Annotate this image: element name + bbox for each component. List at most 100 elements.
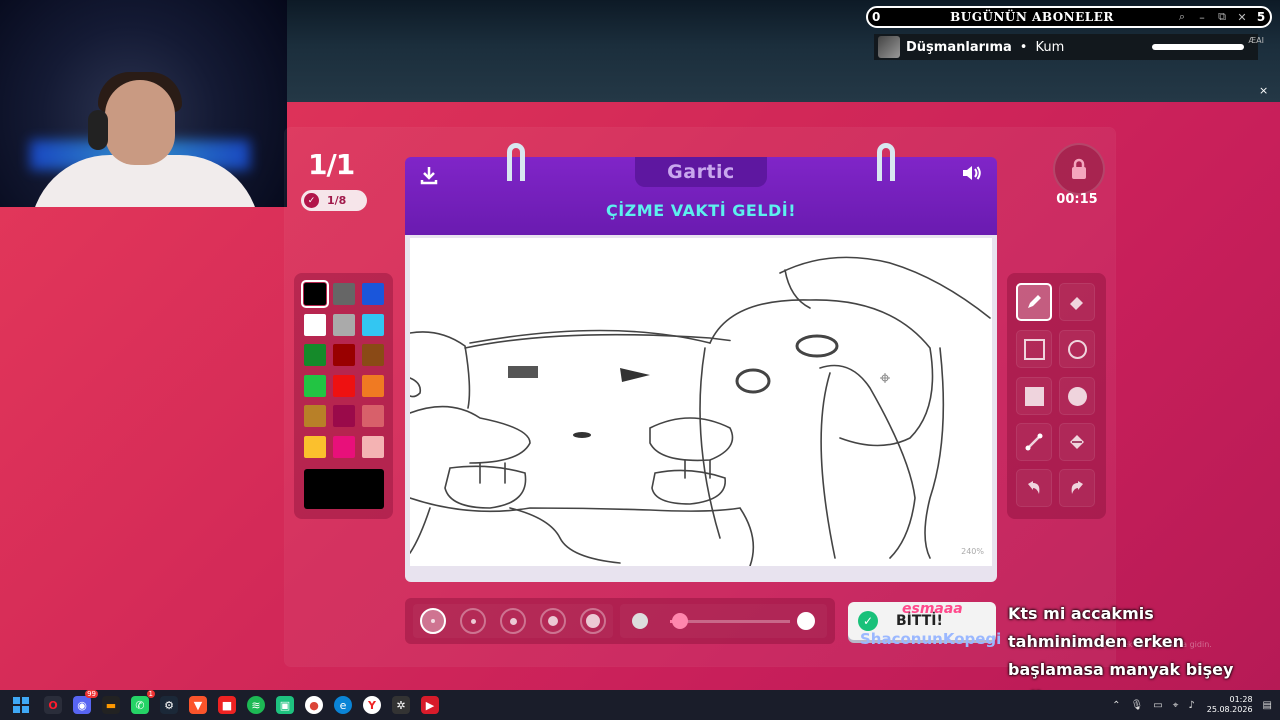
- fill-bucket-tool[interactable]: [1059, 423, 1095, 461]
- drawing-canvas[interactable]: 240%: [410, 238, 992, 566]
- streamer: [30, 72, 260, 207]
- opacity-knob[interactable]: [671, 613, 688, 629]
- app-gear-icon[interactable]: ✲: [392, 696, 410, 714]
- rectangle-outline-tool[interactable]: [1016, 330, 1052, 368]
- color-swatch[interactable]: [362, 313, 384, 336]
- ellipse-outline-tool[interactable]: [1059, 330, 1095, 368]
- color-swatch[interactable]: [362, 374, 384, 397]
- brush-size-4[interactable]: [540, 608, 566, 634]
- color-swatch[interactable]: [304, 313, 326, 336]
- gartic-logo: Gartic: [635, 157, 767, 187]
- brave-icon[interactable]: ▼: [189, 696, 207, 714]
- opera-icon[interactable]: O: [44, 696, 62, 714]
- media-player-icon[interactable]: ▶: [421, 696, 439, 714]
- timer: 00:15: [1056, 192, 1098, 207]
- sketch-drawing: [410, 256, 991, 566]
- color-swatch[interactable]: [304, 435, 326, 458]
- ellipse-fill-tool[interactable]: [1059, 377, 1095, 415]
- opacity-max-icon: [797, 612, 815, 630]
- app-green-icon[interactable]: ▣: [276, 696, 294, 714]
- edge-icon[interactable]: e: [334, 696, 352, 714]
- opacity-slider[interactable]: [620, 604, 827, 638]
- color-swatch[interactable]: [333, 374, 355, 397]
- subscriber-value: Kum: [1035, 39, 1065, 55]
- color-swatch[interactable]: [362, 435, 384, 458]
- color-swatch[interactable]: [362, 344, 384, 366]
- opacity-min-icon: [632, 613, 648, 629]
- line-tool[interactable]: [1016, 423, 1052, 461]
- eraser-tool[interactable]: [1059, 283, 1095, 321]
- minimize-button[interactable]: –: [1192, 11, 1212, 24]
- brush-size-2[interactable]: [460, 608, 486, 634]
- subs-title: BUGÜNÜN ABONELER: [950, 10, 1114, 24]
- download-icon[interactable]: [419, 165, 439, 190]
- tool-panel: [1007, 273, 1106, 519]
- volume-icon[interactable]: [961, 163, 983, 188]
- binder-ring-left: [507, 143, 525, 181]
- ai-label: ÆAI: [1248, 36, 1264, 45]
- subscriber-progress-bar: [1152, 44, 1244, 50]
- color-swatch[interactable]: [333, 405, 355, 427]
- color-swatch[interactable]: [362, 405, 384, 427]
- check-icon: ✓: [858, 611, 878, 631]
- discord-icon[interactable]: ◉ 99: [73, 690, 98, 714]
- mic-icon[interactable]: 🎙︎: [1131, 700, 1144, 711]
- brush-size-5[interactable]: [580, 608, 606, 634]
- app-red-icon[interactable]: ■: [218, 696, 236, 714]
- maximize-button[interactable]: ⧉: [1212, 10, 1232, 24]
- color-swatch[interactable]: [362, 283, 384, 305]
- brush-size-3[interactable]: [500, 608, 526, 634]
- yandex-icon[interactable]: Y: [363, 696, 381, 714]
- avatar: [878, 36, 900, 58]
- prompt-title: ÇİZME VAKTİ GELDİ!: [605, 201, 797, 220]
- subscriber-entry: Düşmanlarıma • Kum ÆAI: [874, 34, 1264, 60]
- lock-icon[interactable]: [1053, 143, 1105, 195]
- windows-start-icon[interactable]: [12, 696, 30, 714]
- color-swatch[interactable]: [333, 313, 355, 336]
- color-swatch[interactable]: [304, 405, 326, 427]
- color-swatch[interactable]: [333, 435, 355, 458]
- chrome-icon[interactable]: ●: [305, 696, 323, 714]
- steam-icon[interactable]: ⚙: [160, 696, 178, 714]
- redo-tool[interactable]: [1059, 469, 1095, 507]
- notification-icon[interactable]: ▤: [1263, 700, 1272, 711]
- current-color: [304, 469, 384, 509]
- check-icon: ✓: [304, 193, 319, 208]
- subscriber-name: Düşmanlarıma: [906, 39, 1012, 55]
- search-icon[interactable]: ⌕: [1172, 10, 1192, 24]
- chevron-up-icon[interactable]: ⌃: [1112, 700, 1120, 711]
- brush-size-selector: [413, 604, 613, 638]
- color-swatch[interactable]: [304, 374, 326, 397]
- round-counter: 1/1: [308, 148, 355, 181]
- zoom-level: 240%: [961, 547, 984, 556]
- subscriber-widget-bar: 0 BUGÜNÜN ABONELER ⌕ – ⧉ ✕ 5: [866, 6, 1272, 28]
- brush-controls: [405, 598, 835, 644]
- app-icon[interactable]: ▬: [102, 696, 120, 714]
- close-button[interactable]: ✕: [1232, 11, 1252, 24]
- undo-tool[interactable]: [1016, 469, 1052, 507]
- chat-username: esmaaa: [902, 601, 963, 617]
- board-header: Gartic ÇİZME VAKTİ GELDİ!: [405, 143, 997, 235]
- progress-badge: ✓ 1/8: [301, 190, 367, 211]
- webcam-overlay: [0, 0, 287, 207]
- overlay-close-icon[interactable]: ×: [1259, 84, 1268, 97]
- system-tray: ⌃ 🎙︎ ▭ ⌖ ♪ 01:28 25.08.2026 ▤: [1102, 690, 1272, 720]
- chat-username: ShaconunKopegi: [860, 630, 1002, 648]
- network-icon[interactable]: ⌖: [1173, 700, 1179, 711]
- speaker-icon[interactable]: ♪: [1188, 700, 1194, 711]
- spotify-icon[interactable]: ≋: [247, 696, 265, 714]
- opacity-track[interactable]: [670, 620, 790, 623]
- color-palette: [294, 273, 393, 519]
- subs-count: 0: [872, 10, 881, 24]
- rectangle-fill-tool[interactable]: [1016, 377, 1052, 415]
- widget-number: 5: [1256, 10, 1266, 24]
- color-swatch[interactable]: [304, 344, 326, 366]
- clock[interactable]: 01:28 25.08.2026: [1207, 695, 1253, 715]
- color-swatch[interactable]: [333, 283, 355, 305]
- whatsapp-icon[interactable]: ✆ 1: [131, 690, 155, 714]
- color-swatch[interactable]: [333, 344, 355, 366]
- pencil-tool[interactable]: [1016, 283, 1052, 321]
- display-icon[interactable]: ▭: [1153, 700, 1162, 711]
- brush-size-1[interactable]: [420, 608, 446, 634]
- color-swatch[interactable]: [301, 280, 329, 308]
